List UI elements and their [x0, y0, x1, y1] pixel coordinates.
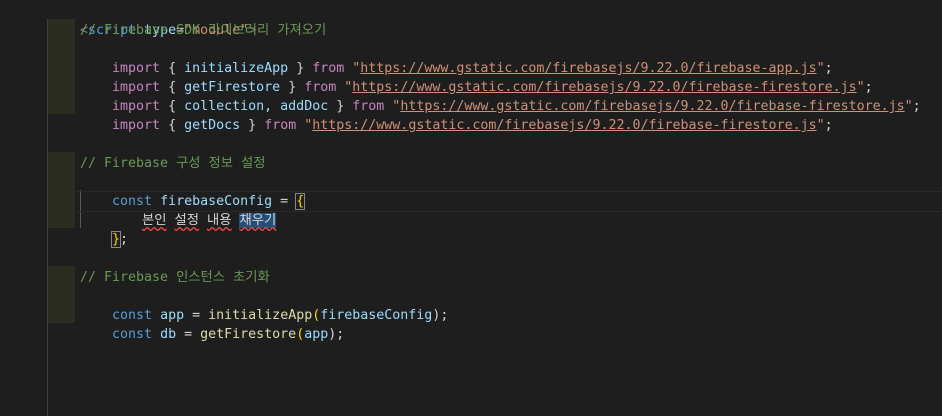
call-close: );	[432, 308, 449, 323]
import-url-string[interactable]: "https://www.gstatic.com/firebasejs/9.22…	[304, 118, 824, 133]
brace-close: }	[240, 118, 265, 133]
assign-operator: =	[176, 327, 201, 342]
import-names: getDocs	[184, 118, 241, 133]
semicolon: ;	[120, 232, 129, 247]
code-line-import: import { collection, addDoc } from "http…	[80, 78, 921, 114]
semicolon: ;	[824, 118, 833, 133]
code-line-config-body[interactable]: 본인 설정 내용 채우기	[110, 192, 277, 228]
from-keyword: from	[264, 118, 297, 133]
editor-gutter	[0, 0, 18, 416]
indent-highlight	[48, 152, 75, 228]
indent-highlight	[48, 266, 75, 323]
config-body-text: 내용	[207, 213, 232, 228]
semicolon: ;	[912, 99, 921, 114]
code-editor[interactable]: <script type="module"> // Firebase SDK 라…	[0, 0, 942, 416]
code-line-import: import { initializeApp } from "https://w…	[80, 40, 833, 76]
selected-text[interactable]: 채우기	[239, 213, 277, 228]
object-close-brace: }	[111, 231, 122, 248]
db-variable: db	[160, 327, 177, 342]
code-line-script-open: <script type="module">	[48, 2, 256, 38]
config-body-text: 본인	[142, 213, 167, 228]
call-close: );	[328, 327, 345, 342]
code-line-db: const db = getFirestore(app);	[112, 327, 345, 342]
code-line-import: import { getFirestore } from "https://ww…	[80, 59, 873, 95]
code-comment-init: // Firebase 인스턴스 초기화	[80, 270, 270, 285]
code-line-config-open: const firebaseConfig = {	[80, 173, 306, 210]
code-line-app: const app = initializeApp(firebaseConfig…	[112, 308, 449, 323]
function-call: getFirestore	[200, 327, 297, 342]
code-line-config-close: };	[80, 211, 128, 248]
import-keyword: import	[112, 118, 161, 133]
config-body-text: 설정	[174, 213, 199, 228]
brace-open: {	[160, 118, 185, 133]
code-line-import: import { getDocs } from "https://www.gst…	[80, 97, 833, 133]
code-comment-sdk: // Firebase SDK 라이브러리 가져오기	[80, 23, 327, 38]
code-comment-config: // Firebase 구성 정보 설정	[80, 156, 266, 171]
import-url[interactable]: https://www.gstatic.com/firebasejs/9.22.…	[312, 118, 816, 133]
const-keyword: const	[112, 327, 153, 342]
function-argument: app	[304, 327, 329, 342]
